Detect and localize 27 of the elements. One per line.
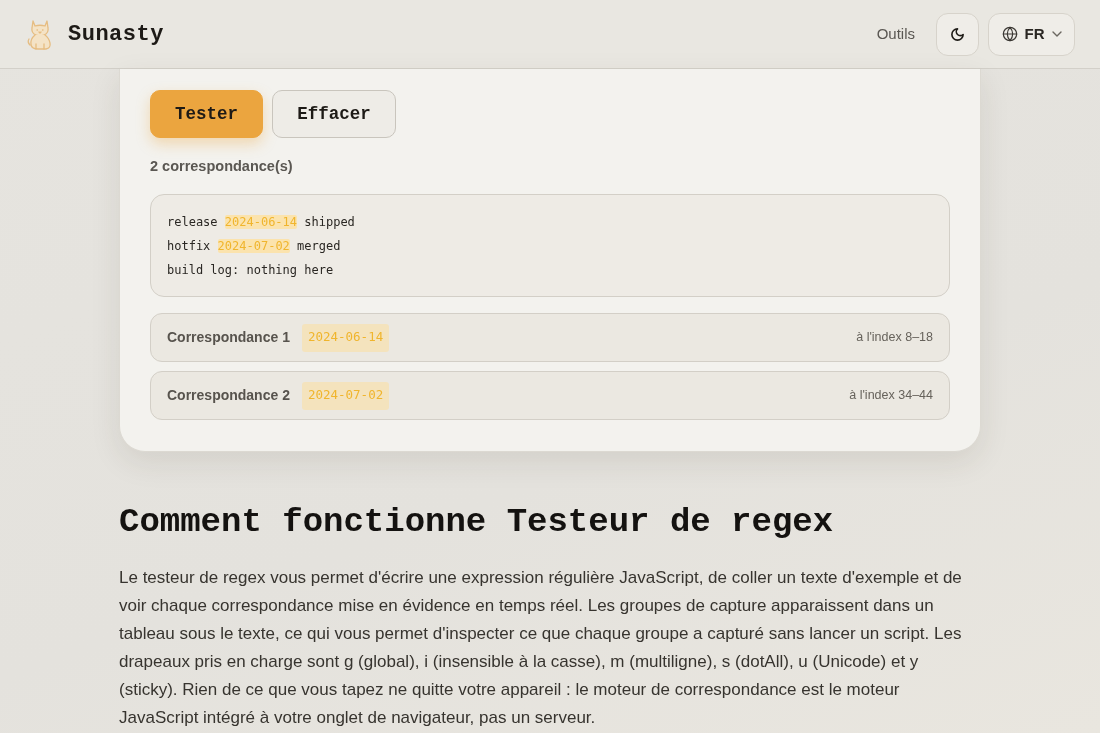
sample-text: hotfix xyxy=(167,239,212,253)
language-button[interactable]: FR xyxy=(988,12,1075,56)
sample-text: merged xyxy=(296,239,341,253)
theme-toggle-button[interactable] xyxy=(936,12,979,56)
cat-logo-icon xyxy=(26,18,54,50)
match-count: 2 correspondance(s) xyxy=(150,157,294,176)
test-button[interactable]: Tester xyxy=(150,90,263,138)
nav-link[interactable]: Outils xyxy=(876,22,915,46)
article-paragraph: Le testeur de regex vous permet d'écrire une expression régulière JavaScript, de coller un texte d'exemple et de voir chaque correspondance mise en évidence en temps réel. Les groupes de capture apparaissent dans un tableau sous le texte, ce qui vous permet d'inspecter ce que chaque groupe a capturé sans lancer un script. Les drapeaux pris en charge sont g (global), i (insensible à la casse), m (multiligne), s (dotAll), u (Unicode) et y (sticky). Rien de ce que vous tapez ne quitte votre appareil : le moteur de correspondance est le moteur JavaScript intégré à votre onglet de navigateur, pas un serveur. xyxy=(119,567,963,729)
sample-text: shipped xyxy=(303,215,355,229)
match-highlight: 2024-07-02 xyxy=(217,239,290,253)
match-highlight: 2024-06-14 xyxy=(224,215,298,229)
clear-button[interactable]: Effacer xyxy=(272,90,396,138)
match-position: à l'index 8–18 xyxy=(856,329,933,347)
match-position: à l'index 34–44 xyxy=(849,387,933,405)
match-label: Correspondance 1 xyxy=(167,328,290,347)
brand-name[interactable]: Sunasty xyxy=(68,17,164,51)
globe-icon xyxy=(1001,26,1018,42)
match-label: Correspondance 2 xyxy=(167,386,290,405)
match-value: 2024-06-14 xyxy=(301,323,390,352)
sample-text: build log: nothing here xyxy=(167,263,334,277)
sample-text: release xyxy=(167,215,219,229)
match-value: 2024-07-02 xyxy=(301,381,390,410)
article-heading: Comment fonctionne Testeur de regex xyxy=(119,502,835,543)
sample-text-box[interactable]: release 2024-06-14 shipped hotfix 2024-07-02 merged build log: nothing here xyxy=(150,194,950,297)
chevron-down-icon xyxy=(1051,31,1062,37)
moon-icon xyxy=(950,26,965,42)
